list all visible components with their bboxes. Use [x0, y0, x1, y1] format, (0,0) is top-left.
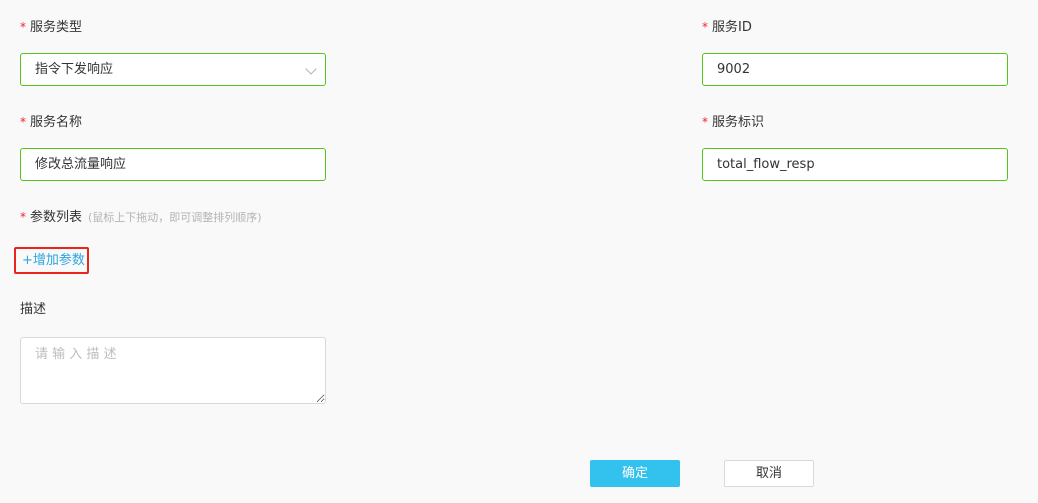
required-mark: *	[20, 115, 26, 129]
add-param-link[interactable]: +增加参数	[22, 251, 85, 271]
service-id-input[interactable]: 9002	[702, 53, 1008, 86]
service-identifier-input[interactable]: total_flow_resp	[702, 148, 1008, 181]
required-mark: *	[20, 210, 26, 224]
service-name-input[interactable]: 修改总流量响应	[20, 148, 326, 181]
service-name-value: 修改总流量响应	[35, 157, 127, 172]
confirm-button[interactable]: 确定	[590, 460, 680, 487]
service-type-label-text: 服务类型	[30, 20, 83, 35]
required-mark: *	[702, 20, 708, 34]
service-name-label-text: 服务名称	[30, 115, 83, 130]
service-type-label: * 服务类型	[20, 19, 82, 36]
description-textarea[interactable]	[20, 337, 326, 404]
service-type-value: 指令下发响应	[35, 62, 114, 77]
cancel-button[interactable]: 取消	[724, 460, 814, 487]
description-label-text: 描述	[20, 302, 47, 317]
service-identifier-label-text: 服务标识	[712, 115, 765, 130]
service-type-select[interactable]: 指令下发响应	[20, 53, 326, 86]
required-mark: *	[20, 20, 26, 34]
params-drag-hint: (鼠标上下拖动，即可调整排列顺序)	[88, 211, 262, 224]
params-label-text: 参数列表	[30, 210, 83, 225]
description-label: 描述	[20, 302, 46, 318]
params-label: * 参数列表 (鼠标上下拖动，即可调整排列顺序)	[20, 209, 262, 226]
service-id-label: * 服务ID	[702, 19, 752, 36]
required-mark: *	[702, 115, 708, 129]
service-identifier-label: * 服务标识	[702, 114, 764, 131]
service-id-value: 9002	[717, 62, 751, 77]
add-param-highlight: +增加参数	[14, 247, 89, 274]
service-name-label: * 服务名称	[20, 114, 82, 131]
service-id-label-text: 服务ID	[712, 20, 752, 35]
service-identifier-value: total_flow_resp	[717, 157, 815, 172]
chevron-down-icon	[305, 63, 317, 75]
